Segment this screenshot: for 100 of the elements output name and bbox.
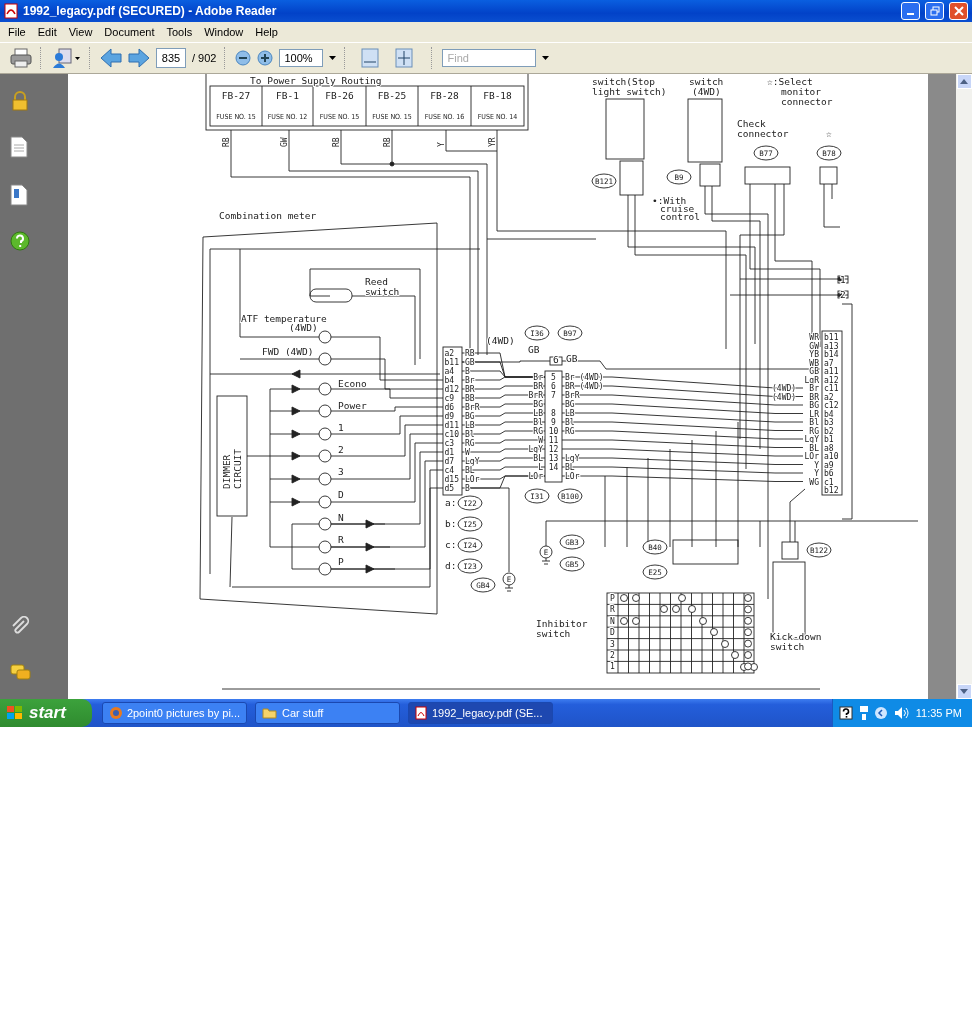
pin-label: c3 — [444, 439, 455, 448]
wire-code: BL — [565, 463, 575, 472]
wire-code: RB — [332, 137, 341, 147]
pin-label: 11 — [548, 436, 559, 445]
fuse-block-label: FB-1 — [276, 90, 299, 101]
diagram-label: 1 — [338, 422, 344, 433]
fuse-block-label: FB-28 — [430, 90, 459, 101]
diagram-label: 2 — [338, 444, 344, 455]
menu-item[interactable]: Document — [98, 26, 161, 38]
caret-icon[interactable] — [329, 56, 337, 60]
scroll-up-icon[interactable] — [956, 74, 972, 89]
diagram-label: switch — [689, 76, 724, 87]
pin-label: c11 — [824, 384, 839, 393]
share-icon[interactable] — [51, 47, 81, 69]
diagram-label: N — [338, 512, 344, 523]
diagram-label: CIRCUIT — [232, 448, 243, 489]
fuse-block-label: FB-27 — [221, 90, 251, 101]
restore-button[interactable] — [925, 2, 944, 20]
pin-label: 10 — [548, 427, 559, 436]
menu-item[interactable]: File — [2, 26, 32, 38]
wire-code: Y — [814, 460, 819, 470]
wire-code: RG — [565, 427, 575, 436]
pin-label: a12 — [824, 375, 839, 385]
pin-label: d9 — [444, 412, 455, 421]
pin-label: c12 — [824, 401, 839, 410]
diagram-label: light switch) — [592, 86, 667, 97]
grid-label: 3 — [610, 639, 615, 649]
print-icon[interactable] — [10, 48, 32, 68]
fit-width-icon[interactable] — [361, 48, 380, 68]
diagram-heading: To Power Supply Routing — [250, 75, 382, 86]
back-arrow-icon[interactable] — [100, 48, 122, 68]
wire-code: W — [538, 436, 543, 445]
wire-code: Br (4WD) — [565, 373, 604, 382]
menu-item[interactable]: View — [62, 26, 99, 38]
zoom-in-icon[interactable] — [257, 50, 274, 66]
wire-code: YR — [488, 137, 497, 147]
page-total: / 902 — [192, 52, 217, 64]
paperclip-icon[interactable] — [10, 616, 30, 636]
scroll-down-icon[interactable] — [956, 684, 972, 699]
bookmark-page-icon[interactable] — [10, 184, 28, 206]
find-field[interactable]: Find — [442, 49, 537, 67]
diagram-label: switch — [365, 286, 400, 297]
pin-label: d1 — [444, 448, 455, 457]
lock-icon[interactable] — [10, 91, 30, 111]
menu-item[interactable]: Tools — [160, 26, 199, 38]
flag-icon — [6, 705, 24, 721]
pin-label: 5 — [551, 373, 556, 382]
diagram-label: 2 — [840, 289, 846, 300]
menu-item[interactable]: Edit — [31, 26, 63, 38]
grid-label: D — [610, 628, 615, 638]
comments-icon[interactable] — [10, 664, 32, 682]
pin-label: a10 — [824, 452, 839, 461]
diagram-label: Check — [737, 118, 766, 129]
wire-code: GW — [809, 341, 819, 351]
pin-label: 9 — [551, 418, 556, 427]
wire-code: BrR — [465, 403, 480, 412]
minimize-button[interactable] — [901, 2, 920, 20]
fit-page-icon[interactable] — [395, 48, 414, 68]
page-number-field[interactable]: 835 — [156, 48, 186, 68]
close-button[interactable] — [949, 2, 968, 20]
taskbar-button[interactable]: 1992_legacy.pdf (SE... — [408, 702, 553, 724]
wire-code: BR — [533, 382, 543, 391]
pin-label: a2 — [824, 392, 834, 402]
page-icon[interactable] — [10, 136, 28, 158]
diagram-label: a: — [445, 497, 457, 508]
forward-arrow-icon[interactable] — [128, 48, 150, 68]
pin-label: 7 — [551, 391, 556, 400]
diagram-label: Power — [338, 400, 367, 411]
network-icon[interactable] — [858, 705, 869, 721]
diagram-label: DIMMER — [221, 454, 232, 489]
diagram-label: c: — [445, 539, 457, 550]
restore-icon — [929, 6, 940, 16]
pin-label: b11 — [444, 358, 459, 367]
menu-item[interactable]: Help — [249, 26, 284, 38]
taskbar-button[interactable]: Car stuff — [255, 702, 400, 724]
pin-label: b3 — [824, 418, 834, 427]
pin-label: a13 — [824, 341, 839, 351]
caret-icon[interactable] — [542, 56, 550, 60]
grid-label: 2 — [610, 651, 615, 660]
chevron-icon[interactable] — [874, 706, 889, 720]
grid-label: 1 — [610, 662, 615, 672]
wire-code: W — [465, 448, 470, 457]
pin-label: 8 — [551, 409, 556, 418]
diagram-label: monitor — [781, 86, 822, 97]
speaker-icon[interactable] — [894, 706, 910, 720]
taskbar-button[interactable]: 2point0 pictures by pi... — [102, 702, 247, 724]
zoom-out-icon[interactable] — [235, 50, 252, 66]
help-icon[interactable] — [839, 706, 853, 720]
fuse-block-label: FB-26 — [325, 90, 354, 101]
fuse-block-label: FB-25 — [377, 90, 407, 101]
pin-label: d6 — [444, 403, 455, 412]
wire-code: LB — [533, 409, 543, 418]
zoom-field[interactable]: 100% — [279, 49, 324, 67]
start-button[interactable]: start — [0, 699, 92, 727]
menu-item[interactable]: Window — [198, 26, 250, 38]
pin-label: d7 — [444, 457, 455, 466]
pin-label: a4 — [444, 367, 455, 376]
clock: 11:35 PM — [915, 707, 963, 719]
pin-label: b12 — [824, 486, 839, 495]
pin-label: b1 — [824, 435, 834, 444]
